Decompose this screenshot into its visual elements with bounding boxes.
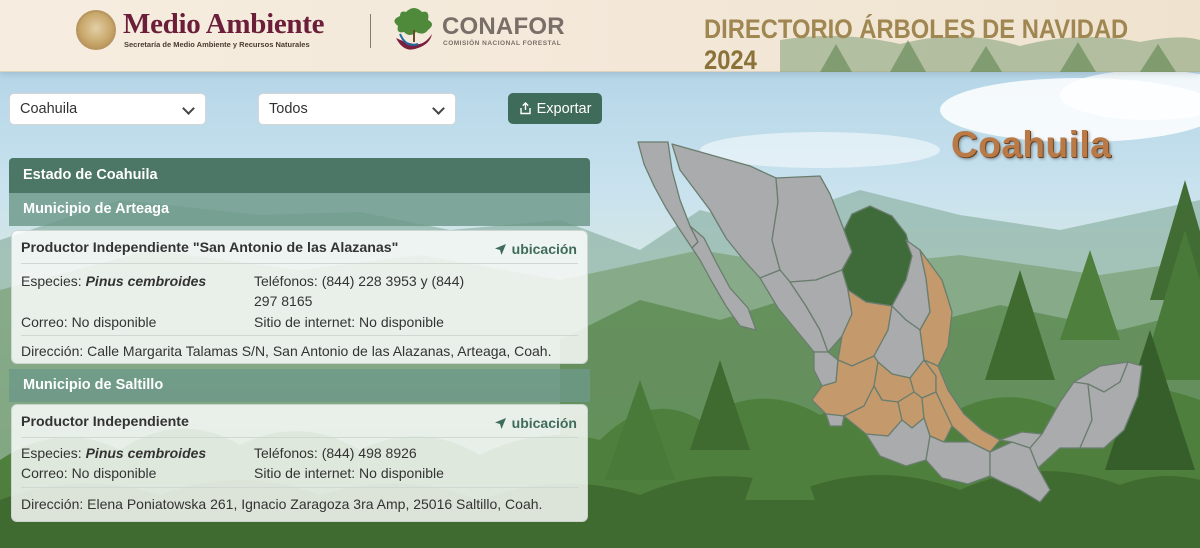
phones-line: 297 8165	[254, 293, 313, 309]
agency-title: Medio Ambiente	[123, 8, 325, 40]
partner-subtitle: COMISIÓN NACIONAL FORESTAL	[443, 40, 562, 47]
map-state-nayarit[interactable]	[813, 351, 839, 387]
address-field: Dirección: Calle Margarita Talamas S/N, …	[21, 343, 552, 359]
export-icon	[519, 102, 531, 115]
species-label: Especies:	[21, 273, 82, 289]
card-divider	[21, 263, 578, 264]
directory-panel: Estado de Coahuila Municipio de Arteaga …	[9, 158, 590, 522]
species-value: Pinus cembroides	[85, 445, 207, 461]
location-link-label: ubicación	[511, 415, 577, 431]
phones-field: Teléfonos: (844) 498 8926	[254, 445, 417, 461]
municipality-select[interactable]: Todos	[258, 93, 456, 125]
header-divider	[370, 14, 371, 48]
location-link[interactable]: ubicación	[494, 415, 577, 431]
municipality-select-value: Todos	[269, 101, 308, 117]
phones-line: Teléfonos: (844) 228 3953 y (844)	[254, 273, 465, 289]
card-divider	[21, 437, 578, 438]
selected-region-label: Coahuila	[951, 124, 1112, 165]
chevron-down-icon	[182, 102, 195, 115]
species-field: Especies: Pinus cembroides	[21, 443, 206, 463]
species-field: Especies: Pinus cembroides	[21, 271, 206, 291]
export-button-label: Exportar	[536, 100, 592, 117]
location-link-label: ubicación	[511, 241, 577, 257]
agency-subtitle: Secretaría de Medio Ambiente y Recursos …	[124, 40, 310, 49]
card-divider	[21, 335, 578, 336]
location-arrow-icon	[494, 243, 506, 255]
website-field: Sitio de internet: No disponible	[254, 465, 444, 481]
map-state-chihuahua[interactable]	[771, 175, 853, 283]
directory-year: 2024	[704, 45, 757, 75]
email-field: Correo: No disponible	[21, 465, 157, 481]
mexico-map	[637, 141, 1143, 503]
map-state-campeche[interactable]	[1029, 381, 1093, 469]
location-link[interactable]: ubicación	[494, 241, 577, 257]
export-button[interactable]: Exportar	[508, 93, 602, 124]
card-divider	[21, 487, 578, 488]
address-field: Dirección: Elena Poniatowska 261, Ignaci…	[21, 496, 543, 512]
mexico-seal-logo	[76, 10, 116, 50]
directory-title-text: DIRECTORIO ÁRBOLES DE NAVIDAD	[704, 14, 1129, 44]
municipality-heading[interactable]: Municipio de Saltillo	[9, 369, 590, 402]
state-select-value: Coahuila	[20, 101, 78, 117]
state-heading: Estado de Coahuila	[9, 158, 590, 193]
partner-name: CONAFOR	[442, 13, 565, 40]
species-value: Pinus cembroides	[85, 273, 207, 289]
conafor-logo-icon	[394, 8, 432, 50]
map-state-colima[interactable]	[825, 413, 845, 427]
map-state-sonora[interactable]	[671, 143, 781, 279]
producer-card: Productor Independiente "San Antonio de …	[11, 230, 588, 364]
directory-title: DIRECTORIO ÁRBOLES DE NAVIDAD 2024	[704, 14, 1140, 76]
site-header: Medio Ambiente Secretaría de Medio Ambie…	[0, 0, 1200, 75]
phones-field: Teléfonos: (844) 228 3953 y (844) 297 81…	[254, 271, 464, 311]
chevron-down-icon	[432, 102, 445, 115]
producer-card: Productor Independiente ubicación Especi…	[11, 404, 588, 522]
species-label: Especies:	[21, 445, 82, 461]
producer-name: Productor Independiente "San Antonio de …	[21, 240, 399, 256]
state-select[interactable]: Coahuila	[9, 93, 206, 125]
producer-name: Productor Independiente	[21, 414, 189, 430]
email-field: Correo: No disponible	[21, 314, 157, 330]
website-field: Sitio de internet: No disponible	[254, 314, 444, 330]
municipality-heading[interactable]: Municipio de Arteaga	[9, 193, 590, 226]
location-arrow-icon	[494, 417, 506, 429]
